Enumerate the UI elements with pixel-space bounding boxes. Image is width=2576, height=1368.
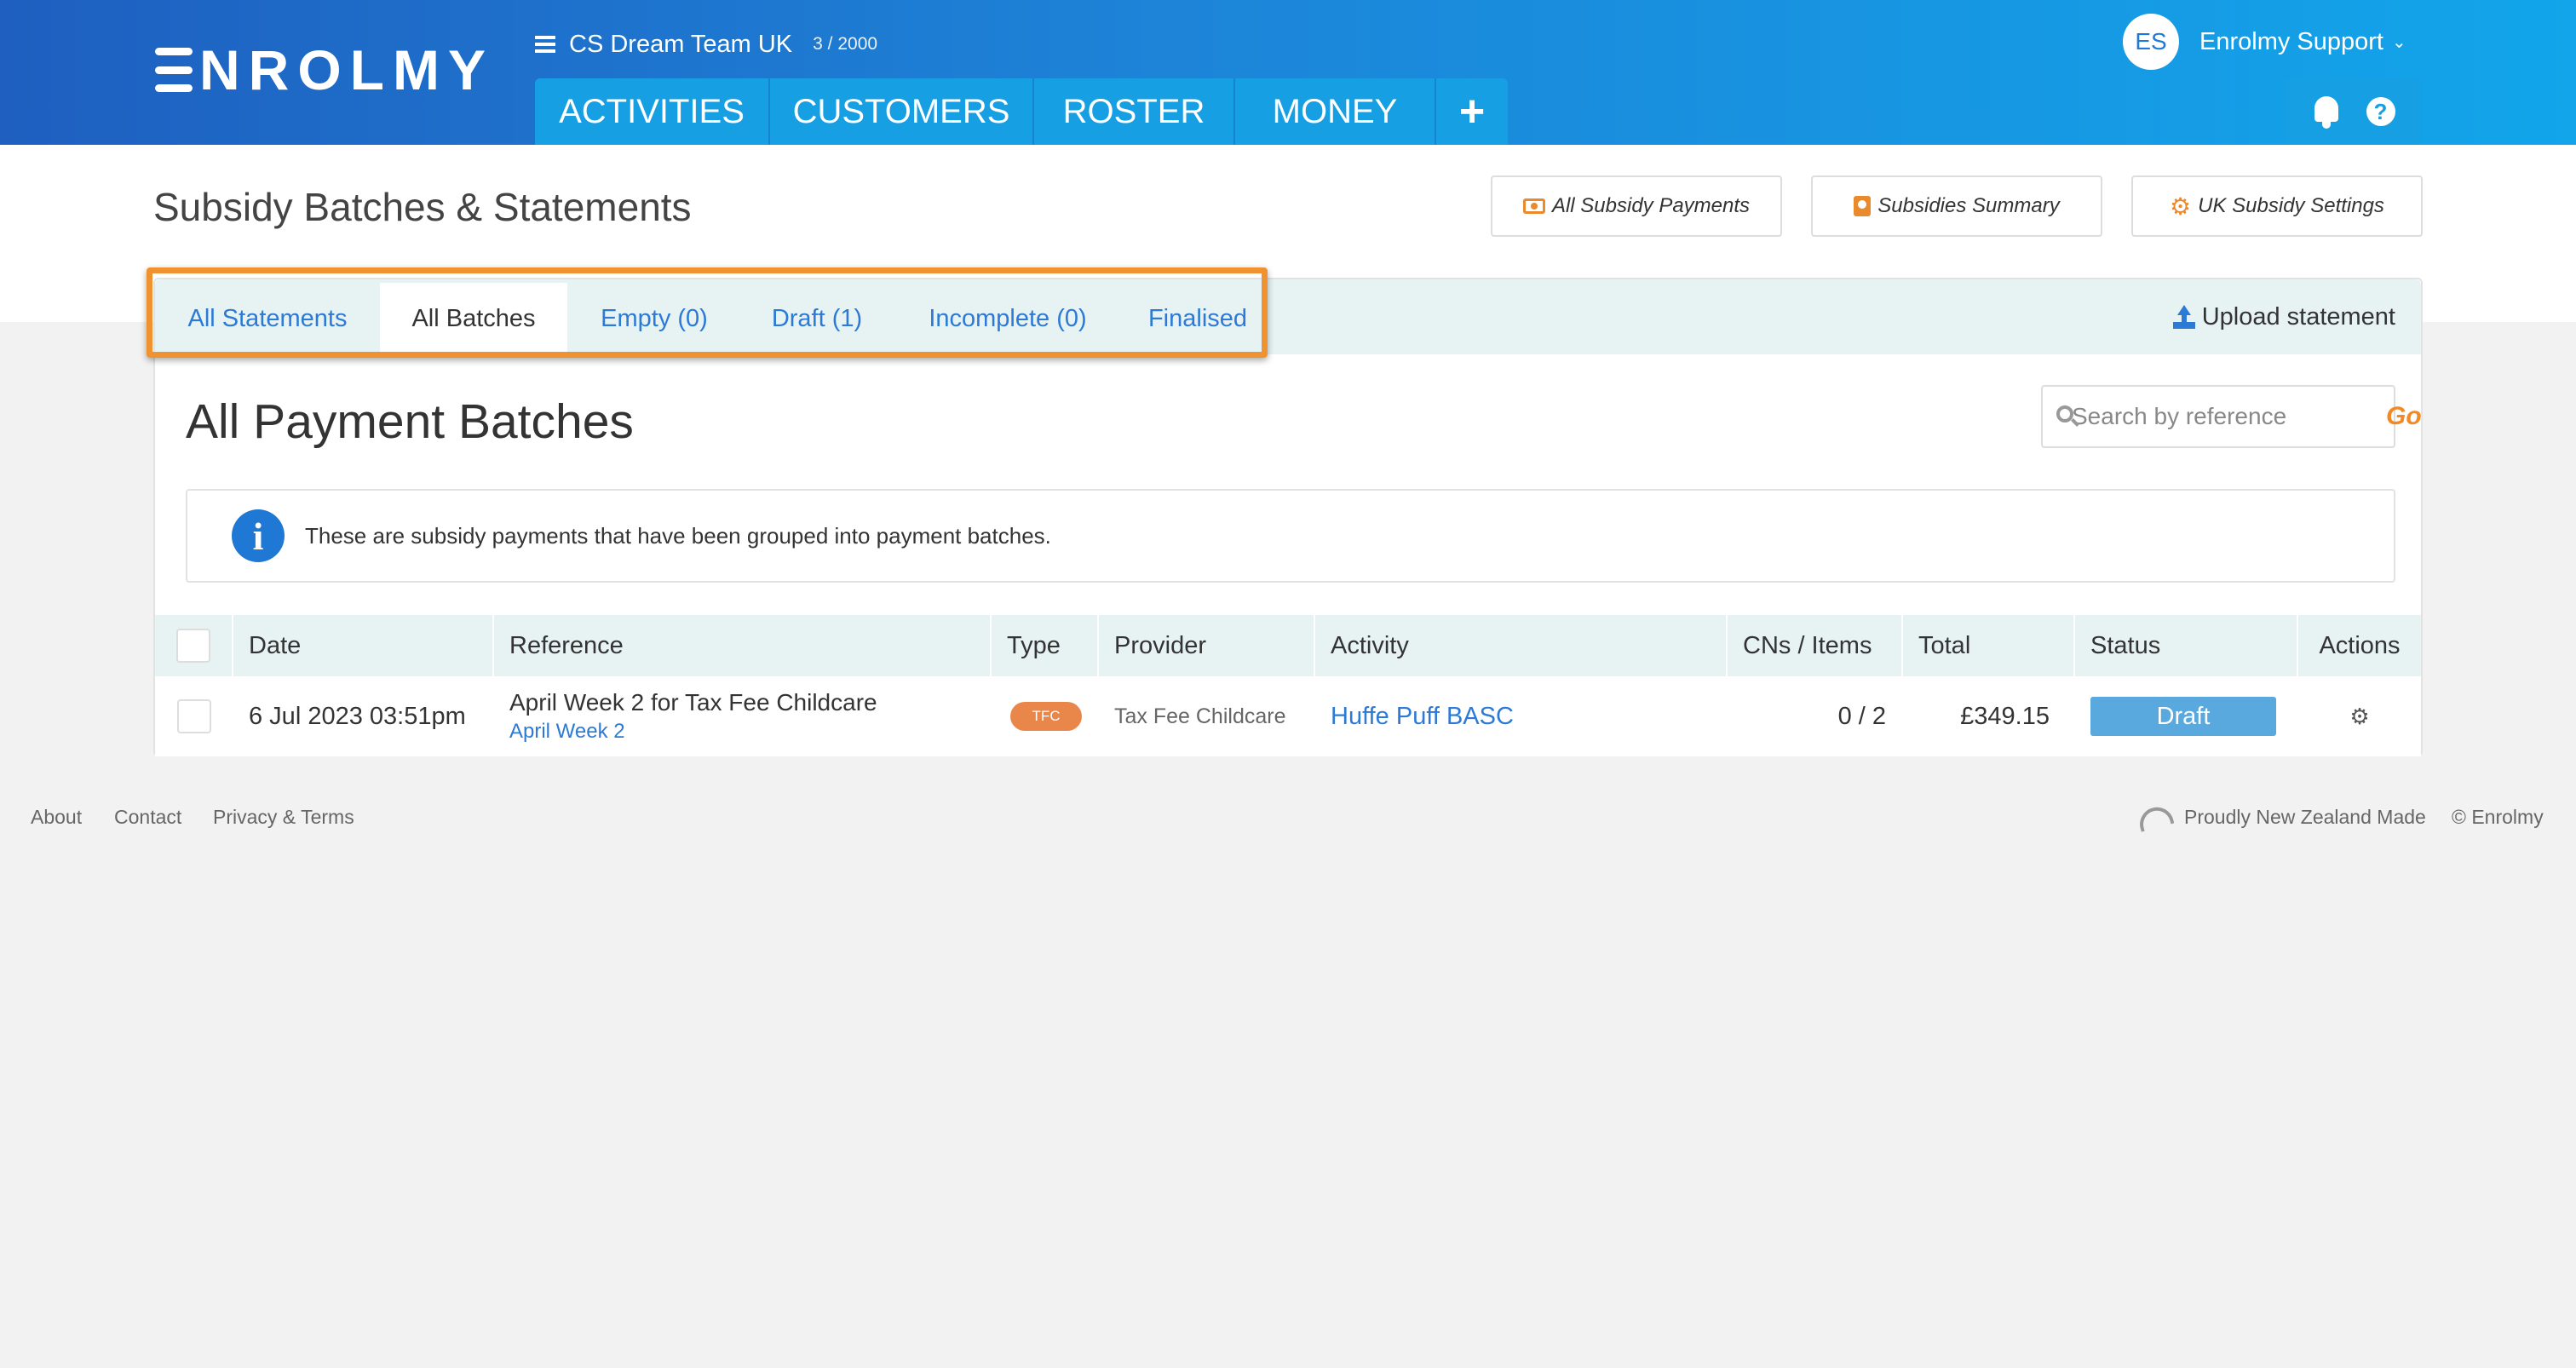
nav-tab-roster[interactable]: ROSTER: [1034, 78, 1235, 145]
row-checkbox[interactable]: [177, 699, 211, 733]
header-date[interactable]: Date: [233, 615, 494, 676]
chevron-down-icon[interactable]: ⌄: [2392, 32, 2406, 53]
footer-link-about[interactable]: About: [31, 806, 82, 829]
header-status[interactable]: Status: [2075, 615, 2298, 676]
row-activity-link[interactable]: Huffe Puff BASC: [1315, 676, 1728, 756]
row-reference: April Week 2 for Tax Fee Childcare April…: [494, 676, 992, 756]
table-header-row: Date Reference Type Provider Activity CN…: [155, 615, 2421, 676]
batches-table: Date Reference Type Provider Activity CN…: [155, 615, 2421, 756]
row-actions: ⚙: [2298, 676, 2421, 756]
nav-tab-activities[interactable]: ACTIVITIES: [535, 78, 770, 145]
header-type[interactable]: Type: [992, 615, 1099, 676]
org-count: 3 / 2000: [813, 34, 878, 54]
header-provider[interactable]: Provider: [1099, 615, 1315, 676]
row-cns-items: 0 / 2: [1837, 702, 1886, 730]
row-provider: Tax Fee Childcare: [1114, 704, 1286, 728]
help-icon[interactable]: ?: [2366, 97, 2395, 126]
search-go-button[interactable]: Go: [2386, 402, 2422, 431]
header-cns-items[interactable]: CNs / Items: [1728, 615, 1903, 676]
copyright: © Enrolmy: [2452, 806, 2544, 828]
gear-icon: ⚙: [2170, 193, 2192, 220]
tab-draft[interactable]: Draft (1): [741, 283, 893, 354]
batches-card: All Statements All Batches Empty (0) Dra…: [153, 278, 2423, 756]
table-row[interactable]: 6 Jul 2023 03:51pm April Week 2 for Tax …: [155, 676, 2421, 756]
user-name[interactable]: Enrolmy Support: [2199, 28, 2383, 56]
tab-empty[interactable]: Empty (0): [567, 283, 741, 354]
reference-title: April Week 2 for Tax Fee Childcare: [509, 689, 877, 716]
page-title: Subsidy Batches & Statements: [153, 185, 692, 229]
subsidies-summary-label: Subsidies Summary: [1877, 194, 2060, 217]
summary-icon: [1854, 196, 1872, 216]
top-header: NROLMY CS Dream Team UK 3 / 2000 ACTIVIT…: [0, 0, 2576, 145]
select-all-checkbox[interactable]: [176, 629, 210, 663]
logo-e-mark: [155, 48, 193, 92]
row-status: Draft: [2075, 676, 2298, 756]
header-total[interactable]: Total: [1903, 615, 2075, 676]
enrolmy-logo[interactable]: NROLMY: [155, 38, 494, 101]
select-all-cell: [155, 615, 233, 676]
fern-icon: [2136, 802, 2175, 832]
row-select-cell: [155, 676, 233, 756]
logo-text: NROLMY: [199, 38, 494, 101]
search-box: Go: [2041, 385, 2422, 448]
section-title: All Payment Batches: [186, 394, 634, 449]
subtab-bar: All Statements All Batches Empty (0) Dra…: [155, 279, 2421, 354]
info-text: These are subsidy payments that have bee…: [305, 522, 1051, 549]
upload-statement-button[interactable]: Upload statement: [2172, 279, 2395, 354]
nav-tab-money[interactable]: MONEY: [1235, 78, 1436, 145]
tab-incomplete[interactable]: Incomplete (0): [893, 283, 1123, 354]
footer-link-contact[interactable]: Contact: [114, 806, 181, 829]
avatar[interactable]: ES: [2123, 14, 2179, 70]
info-banner: i These are subsidy payments that have b…: [186, 489, 2395, 583]
all-subsidy-payments-label: All Subsidy Payments: [1551, 194, 1751, 217]
upload-statement-label: Upload statement: [2201, 302, 2395, 331]
uk-subsidy-settings-label: UK Subsidy Settings: [2198, 194, 2384, 217]
row-type: TFC: [992, 676, 1099, 756]
menu-icon[interactable]: [535, 36, 555, 53]
type-badge: TFC: [1010, 702, 1082, 731]
all-subsidy-payments-button[interactable]: All Subsidy Payments: [1491, 175, 1782, 237]
upload-icon: [2172, 305, 2195, 329]
row-total: £349.15: [1960, 702, 2050, 730]
bell-icon[interactable]: [2311, 95, 2342, 129]
info-icon: i: [232, 509, 285, 562]
gear-icon[interactable]: ⚙: [2349, 704, 2369, 730]
nz-made-text: Proudly New Zealand Made: [2184, 806, 2426, 828]
header-icon-group: ?: [2285, 78, 2421, 145]
tab-finalised[interactable]: Finalised: [1123, 283, 1273, 354]
user-menu[interactable]: ES Enrolmy Support ⌄: [2123, 14, 2406, 70]
tab-all-statements[interactable]: All Statements: [155, 283, 380, 354]
main-nav: ACTIVITIES CUSTOMERS ROSTER MONEY +: [535, 78, 1508, 145]
nz-made: Proudly New Zealand Made: [2136, 802, 2426, 832]
nav-tab-customers[interactable]: CUSTOMERS: [770, 78, 1034, 145]
org-name: CS Dream Team UK: [569, 30, 793, 58]
footer: About Contact Privacy & Terms Proudly Ne…: [0, 802, 2576, 840]
status-badge[interactable]: Draft: [2090, 697, 2276, 736]
uk-subsidy-settings-button[interactable]: ⚙ UK Subsidy Settings: [2131, 175, 2423, 237]
row-date: 6 Jul 2023 03:51pm: [249, 702, 466, 730]
footer-link-privacy[interactable]: Privacy & Terms: [213, 806, 354, 829]
subsidies-summary-button[interactable]: Subsidies Summary: [1811, 175, 2102, 237]
search-input[interactable]: [2072, 403, 2379, 430]
header-actions: Actions: [2319, 631, 2401, 659]
header-activity[interactable]: Activity: [1315, 615, 1728, 676]
money-icon: [1522, 198, 1545, 214]
header-reference[interactable]: Reference: [494, 615, 992, 676]
tab-all-batches[interactable]: All Batches: [380, 283, 567, 354]
reference-link[interactable]: April Week 2: [509, 720, 625, 744]
org-switcher[interactable]: CS Dream Team UK 3 / 2000: [535, 26, 877, 63]
nav-add-button[interactable]: +: [1436, 78, 1508, 145]
